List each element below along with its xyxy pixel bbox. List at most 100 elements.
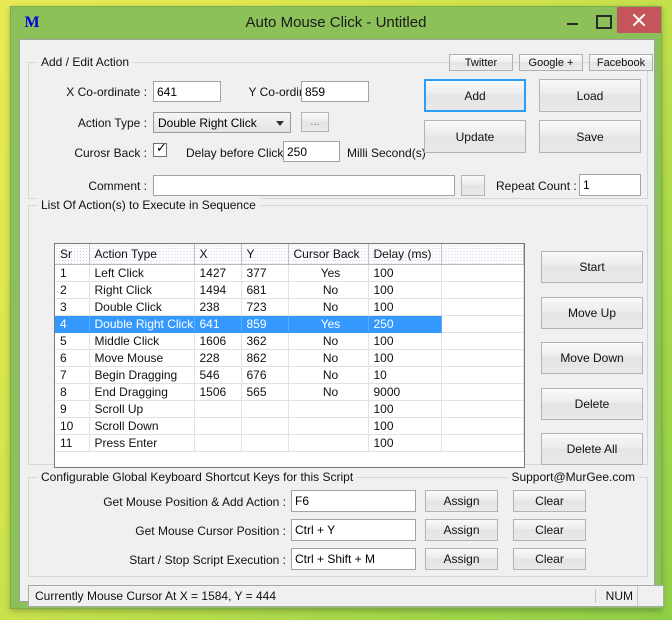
cell-delay: 100 bbox=[368, 298, 442, 316]
col-header-y[interactable]: Y bbox=[241, 244, 289, 265]
shortcut-clear-button-2[interactable]: Clear bbox=[513, 548, 586, 570]
cell-delay: 100 bbox=[368, 264, 442, 282]
start-button[interactable]: Start bbox=[541, 251, 643, 283]
delete-all-button[interactable]: Delete All bbox=[541, 433, 643, 465]
col-header-cursor-back[interactable]: Cursor Back bbox=[288, 244, 369, 265]
cell-delay: 100 bbox=[368, 434, 442, 452]
cell-action-type: Middle Click bbox=[89, 332, 195, 350]
shortcut-assign-button-0[interactable]: Assign bbox=[425, 490, 498, 512]
cell-sr: 10 bbox=[55, 417, 90, 435]
action-type-dropdown[interactable]: Double Right Click bbox=[153, 112, 291, 133]
cell-x: 1506 bbox=[194, 383, 242, 401]
resize-grip[interactable] bbox=[637, 586, 659, 606]
delay-units-label: Milli Second(s) bbox=[347, 146, 426, 160]
cell-blank bbox=[441, 264, 524, 282]
shortcut-input-2[interactable] bbox=[291, 548, 416, 570]
delay-before-click-input[interactable] bbox=[283, 141, 340, 162]
col-header-action-type[interactable]: Action Type bbox=[89, 244, 195, 265]
load-button[interactable]: Load bbox=[539, 79, 641, 112]
table-row[interactable]: 9 Scroll Up 100 bbox=[55, 400, 524, 418]
x-coordinate-input[interactable] bbox=[153, 81, 221, 102]
move-up-button[interactable]: Move Up bbox=[541, 297, 643, 329]
table-row[interactable]: 4 Double Right Click 641 859 Yes 250 bbox=[55, 315, 524, 333]
cell-y: 862 bbox=[241, 349, 289, 367]
delete-button[interactable]: Delete bbox=[541, 388, 643, 420]
action-list-table-container[interactable]: Sr Action Type X Y Cursor Back Delay (ms… bbox=[54, 243, 525, 468]
cell-sr: 3 bbox=[55, 298, 90, 316]
cell-cursor-back: Yes bbox=[288, 315, 369, 333]
shortcut-clear-button-1[interactable]: Clear bbox=[513, 519, 586, 541]
table-row[interactable]: 1 Left Click 1427 377 Yes 100 bbox=[55, 264, 524, 282]
action-type-browse-button[interactable]: ... bbox=[301, 112, 329, 132]
action-list-body: 1 Left Click 1427 377 Yes 100 2 Right Click 1494… bbox=[55, 264, 524, 452]
cell-delay: 100 bbox=[368, 332, 442, 350]
repeat-count-input[interactable] bbox=[579, 174, 641, 196]
table-row[interactable]: 5 Middle Click 1606 362 No 100 bbox=[55, 332, 524, 350]
action-type-value: Double Right Click bbox=[158, 115, 257, 130]
shortcut-input-0[interactable] bbox=[291, 490, 416, 512]
table-row[interactable]: 7 Begin Dragging 546 676 No 10 bbox=[55, 366, 524, 384]
shortcut-label-0: Get Mouse Position & Add Action : bbox=[103, 495, 286, 509]
chevron-down-icon bbox=[276, 120, 284, 126]
move-down-button[interactable]: Move Down bbox=[541, 342, 643, 374]
col-header-delay[interactable]: Delay (ms) bbox=[368, 244, 442, 265]
cell-cursor-back bbox=[288, 400, 369, 418]
save-button[interactable]: Save bbox=[539, 120, 641, 153]
cell-action-type: Press Enter bbox=[89, 434, 195, 452]
cell-blank bbox=[441, 298, 524, 316]
comment-browse-button[interactable] bbox=[461, 175, 485, 196]
table-row[interactable]: 10 Scroll Down 100 bbox=[55, 417, 524, 435]
cell-delay: 250 bbox=[368, 315, 442, 333]
y-coordinate-input[interactable] bbox=[301, 81, 369, 102]
cell-blank bbox=[441, 349, 524, 367]
table-row[interactable]: 8 End Dragging 1506 565 No 9000 bbox=[55, 383, 524, 401]
col-header-blank[interactable] bbox=[441, 244, 524, 265]
update-button[interactable]: Update bbox=[424, 120, 526, 153]
comment-input[interactable] bbox=[153, 175, 455, 196]
cell-sr: 7 bbox=[55, 366, 90, 384]
cell-x: 228 bbox=[194, 349, 242, 367]
application-window: M Auto Mouse Click - Untitled Add / Edit… bbox=[10, 6, 664, 609]
cell-cursor-back: No bbox=[288, 298, 369, 316]
maximize-button[interactable] bbox=[587, 7, 617, 33]
shortcut-assign-button-2[interactable]: Assign bbox=[425, 548, 498, 570]
cell-action-type: End Dragging bbox=[89, 383, 195, 401]
client-area: Add / Edit Action Twitter Google + Faceb… bbox=[19, 39, 664, 607]
cell-delay: 9000 bbox=[368, 383, 442, 401]
x-coordinate-label: X Co-ordinate : bbox=[66, 85, 147, 99]
cell-sr: 1 bbox=[55, 264, 90, 282]
shortcut-clear-button-0[interactable]: Clear bbox=[513, 490, 586, 512]
table-row[interactable]: 6 Move Mouse 228 862 No 100 bbox=[55, 349, 524, 367]
cell-sr: 8 bbox=[55, 383, 90, 401]
google-plus-button[interactable]: Google + bbox=[519, 54, 583, 71]
col-header-sr[interactable]: Sr bbox=[55, 244, 90, 265]
facebook-button[interactable]: Facebook bbox=[589, 54, 653, 71]
cell-sr: 2 bbox=[55, 281, 90, 299]
delay-before-click-label: Delay before Click : bbox=[186, 146, 291, 160]
cell-action-type: Left Click bbox=[89, 264, 195, 282]
cell-blank bbox=[441, 332, 524, 350]
support-link[interactable]: Support@MurGee.com bbox=[507, 470, 639, 484]
twitter-button[interactable]: Twitter bbox=[449, 54, 513, 71]
cell-x bbox=[194, 417, 242, 435]
minimize-icon bbox=[557, 7, 587, 33]
cell-delay: 100 bbox=[368, 417, 442, 435]
comment-label: Comment : bbox=[88, 179, 147, 193]
cursor-back-checkbox[interactable]: ✓ bbox=[153, 142, 167, 157]
table-row[interactable]: 3 Double Click 238 723 No 100 bbox=[55, 298, 524, 316]
shortcut-input-1[interactable] bbox=[291, 519, 416, 541]
table-row[interactable]: 2 Right Click 1494 681 No 100 bbox=[55, 281, 524, 299]
cell-y: 723 bbox=[241, 298, 289, 316]
table-row[interactable]: 11 Press Enter 100 bbox=[55, 434, 524, 452]
cell-blank bbox=[441, 383, 524, 401]
num-lock-indicator: NUM bbox=[594, 589, 633, 603]
minimize-button[interactable] bbox=[557, 7, 587, 33]
col-header-x[interactable]: X bbox=[194, 244, 242, 265]
cell-y: 681 bbox=[241, 281, 289, 299]
close-button[interactable] bbox=[617, 7, 661, 33]
cell-sr: 6 bbox=[55, 349, 90, 367]
shortcut-assign-button-1[interactable]: Assign bbox=[425, 519, 498, 541]
maximize-icon bbox=[587, 7, 617, 33]
cell-y: 362 bbox=[241, 332, 289, 350]
add-button[interactable]: Add bbox=[424, 79, 526, 112]
